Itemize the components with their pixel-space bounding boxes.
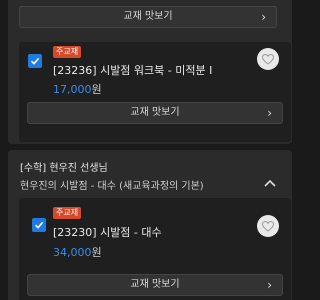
check-icon	[34, 221, 44, 229]
preview-button-label: 교재 맛보기	[123, 11, 173, 22]
book-item-card: 주교재 [23236] 시발점 워크북 - 미적분 I 17,000원 교재 맛…	[19, 42, 291, 142]
book-title: [23230] 시발점 - 대수	[53, 226, 162, 239]
chevron-up-icon[interactable]	[264, 176, 276, 190]
main-textbook-badge: 주교재	[53, 46, 82, 58]
preview-button-label: 교재 맛보기	[130, 107, 180, 118]
page: 교재 맛보기 › 주교재 [23236] 시발점 워크북 - 미적분 I 17,…	[0, 0, 300, 300]
preview-button[interactable]: 교재 맛보기 ›	[27, 274, 283, 296]
book-price: 17,000원	[53, 81, 102, 97]
preview-button-top[interactable]: 교재 맛보기 ›	[19, 6, 277, 28]
book-group-bottom: [수학] 현우진 선생님 현우진의 시발점 - 대수 (새교육과정의 기본) 주…	[8, 150, 292, 300]
heart-icon	[262, 221, 274, 232]
chevron-right-icon: ›	[261, 10, 266, 24]
subject-teacher: [수학] 현우진 선생님	[20, 163, 108, 174]
check-icon	[30, 57, 40, 65]
wishlist-button[interactable]	[257, 48, 279, 70]
preview-button[interactable]: 교재 맛보기 ›	[27, 102, 283, 124]
book-price: 34,000원	[53, 244, 102, 260]
chevron-right-icon: ›	[267, 278, 272, 292]
price-value: 34,000	[53, 246, 92, 259]
price-currency: 원	[91, 246, 102, 259]
heart-icon	[262, 54, 274, 65]
main-textbook-badge: 주교재	[53, 207, 82, 219]
book-item-card: 주교재 [23230] 시발점 - 대수 34,000원 교재 맛보기 ›	[19, 198, 291, 300]
book-title: [23236] 시발점 워크북 - 미적분 I	[53, 64, 213, 77]
book-group-top: 교재 맛보기 › 주교재 [23236] 시발점 워크북 - 미적분 I 17,…	[8, 0, 292, 144]
select-checkbox[interactable]	[28, 54, 42, 68]
price-currency: 원	[91, 83, 102, 96]
select-checkbox[interactable]	[32, 218, 46, 232]
wishlist-button[interactable]	[257, 215, 279, 237]
price-value: 17,000	[53, 83, 92, 96]
course-title: 현우진의 시발점 - 대수 (새교육과정의 기본)	[20, 181, 204, 192]
preview-button-label: 교재 맛보기	[130, 279, 180, 290]
chevron-right-icon: ›	[267, 106, 272, 120]
